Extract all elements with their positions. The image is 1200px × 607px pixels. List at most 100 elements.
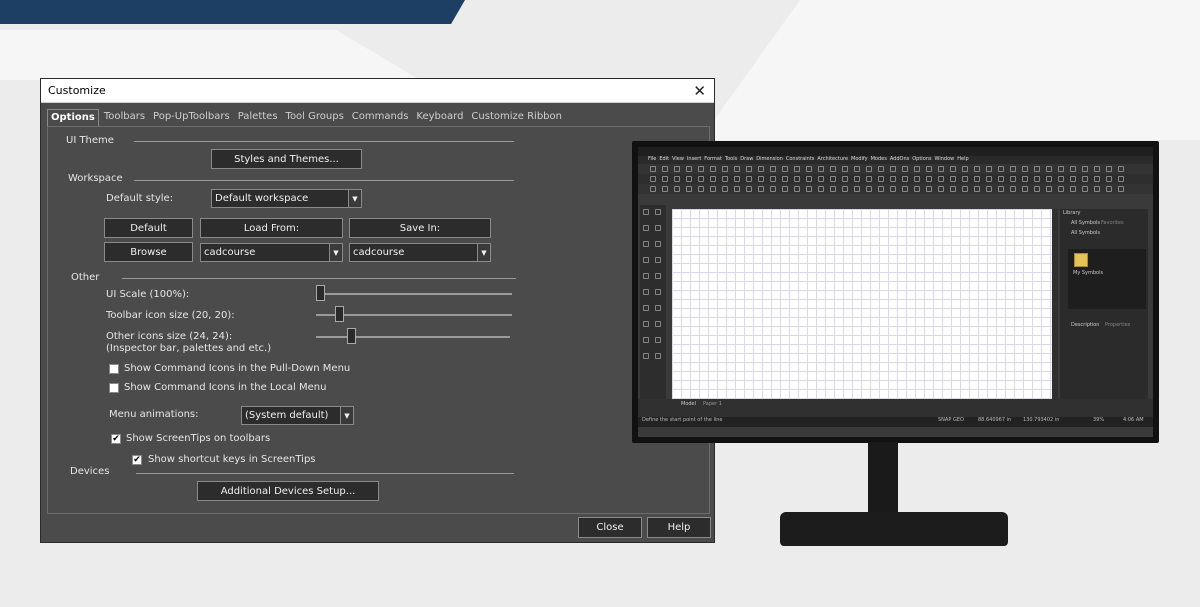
chevron-down-icon[interactable]: ▼: [329, 244, 342, 261]
tool-icon[interactable]: [1058, 186, 1064, 192]
tool-icon[interactable]: [734, 166, 740, 172]
drawing-canvas[interactable]: [672, 209, 1052, 399]
tool-icon[interactable]: [655, 273, 661, 279]
tool-icon[interactable]: [986, 166, 992, 172]
styles-themes-button[interactable]: Styles and Themes...: [211, 149, 362, 169]
tool-icon[interactable]: [830, 186, 836, 192]
tool-icon[interactable]: [1094, 186, 1100, 192]
tool-icon[interactable]: [655, 241, 661, 247]
library-filter[interactable]: All Symbols: [1068, 229, 1103, 237]
tool-icon[interactable]: [974, 176, 980, 182]
tab-popup-toolbars[interactable]: Pop-UpToolbars: [150, 109, 233, 127]
tool-icon[interactable]: [1106, 186, 1112, 192]
app-menu-item[interactable]: Window: [935, 156, 955, 164]
tool-icon[interactable]: [758, 186, 764, 192]
tool-icon[interactable]: [770, 186, 776, 192]
tool-icon[interactable]: [1082, 166, 1088, 172]
chevron-down-icon[interactable]: ▼: [348, 190, 361, 207]
tool-icon[interactable]: [655, 321, 661, 327]
show-icons-local-checkbox[interactable]: [109, 383, 119, 393]
tool-icon[interactable]: [650, 186, 656, 192]
tool-icon[interactable]: [998, 176, 1004, 182]
tool-icon[interactable]: [643, 337, 649, 343]
tool-icon[interactable]: [890, 176, 896, 182]
app-menu-item[interactable]: Draw: [740, 156, 753, 164]
tool-icon[interactable]: [770, 176, 776, 182]
tool-icon[interactable]: [1118, 176, 1124, 182]
tool-icon[interactable]: [1022, 176, 1028, 182]
tool-icon[interactable]: [794, 176, 800, 182]
tool-icon[interactable]: [643, 321, 649, 327]
tool-icon[interactable]: [806, 176, 812, 182]
app-menu-item[interactable]: Constraints: [786, 156, 815, 164]
tool-icon[interactable]: [950, 186, 956, 192]
app-menu-item[interactable]: Help: [957, 156, 968, 164]
tool-icon[interactable]: [643, 273, 649, 279]
canvas-scrollbar[interactable]: [1052, 209, 1058, 399]
tool-icon[interactable]: [806, 166, 812, 172]
show-screentips-checkbox[interactable]: ✔: [111, 434, 121, 444]
ui-scale-slider[interactable]: [316, 293, 512, 295]
tool-icon[interactable]: [655, 225, 661, 231]
tool-icon[interactable]: [1082, 176, 1088, 182]
tool-icon[interactable]: [698, 176, 704, 182]
tool-icon[interactable]: [914, 186, 920, 192]
tool-icon[interactable]: [674, 186, 680, 192]
snap-indicator[interactable]: SNAP GEO: [938, 417, 964, 423]
tool-icon[interactable]: [974, 166, 980, 172]
tool-icon[interactable]: [914, 176, 920, 182]
app-menu-item[interactable]: Edit: [659, 156, 669, 164]
tool-icon[interactable]: [938, 186, 944, 192]
tool-icon[interactable]: [974, 186, 980, 192]
tool-icon[interactable]: [794, 186, 800, 192]
browse-button[interactable]: Browse: [104, 242, 193, 262]
tool-icon[interactable]: [950, 176, 956, 182]
tool-icon[interactable]: [818, 176, 824, 182]
tool-icon[interactable]: [1034, 176, 1040, 182]
show-icons-pulldown-checkbox[interactable]: [109, 364, 119, 374]
tool-icon[interactable]: [650, 166, 656, 172]
tool-icon[interactable]: [1010, 176, 1016, 182]
tool-icon[interactable]: [830, 166, 836, 172]
app-menu-item[interactable]: Insert: [687, 156, 701, 164]
tool-icon[interactable]: [866, 186, 872, 192]
tool-icon[interactable]: [1010, 166, 1016, 172]
tool-icon[interactable]: [1058, 176, 1064, 182]
tool-icon[interactable]: [830, 176, 836, 182]
tool-icon[interactable]: [842, 166, 848, 172]
tool-icon[interactable]: [782, 166, 788, 172]
tool-icon[interactable]: [902, 176, 908, 182]
menu-animations-select[interactable]: (System default) ▼: [241, 406, 354, 425]
tool-icon[interactable]: [1034, 166, 1040, 172]
show-shortcut-keys-checkbox[interactable]: ✔: [132, 455, 142, 465]
tool-icon[interactable]: [643, 353, 649, 359]
tool-icon[interactable]: [643, 241, 649, 247]
tool-icon[interactable]: [914, 166, 920, 172]
tab-keyboard[interactable]: Keyboard: [413, 109, 466, 127]
tool-icon[interactable]: [938, 176, 944, 182]
tool-icon[interactable]: [746, 166, 752, 172]
tool-icon[interactable]: [686, 186, 692, 192]
tool-icon[interactable]: [878, 186, 884, 192]
tool-icon[interactable]: [1010, 186, 1016, 192]
tool-icon[interactable]: [643, 225, 649, 231]
tool-icon[interactable]: [902, 186, 908, 192]
tab-toolbars[interactable]: Toolbars: [101, 109, 148, 127]
app-menu-item[interactable]: File: [648, 156, 656, 164]
tool-icon[interactable]: [722, 176, 728, 182]
tool-icon[interactable]: [842, 186, 848, 192]
toolbar-icon-size-slider[interactable]: [316, 314, 512, 316]
tool-icon[interactable]: [698, 186, 704, 192]
tool-icon[interactable]: [1070, 176, 1076, 182]
tool-icon[interactable]: [698, 166, 704, 172]
tool-icon[interactable]: [818, 186, 824, 192]
tab-palettes[interactable]: Palettes: [235, 109, 281, 127]
tool-icon[interactable]: [710, 186, 716, 192]
other-icons-size-slider-thumb[interactable]: [347, 328, 357, 344]
other-icons-size-slider[interactable]: [316, 336, 510, 338]
additional-devices-button[interactable]: Additional Devices Setup...: [197, 481, 379, 501]
tool-icon[interactable]: [734, 176, 740, 182]
close-icon[interactable]: ✕: [693, 82, 706, 100]
tool-icon[interactable]: [1022, 186, 1028, 192]
tool-icon[interactable]: [1094, 176, 1100, 182]
